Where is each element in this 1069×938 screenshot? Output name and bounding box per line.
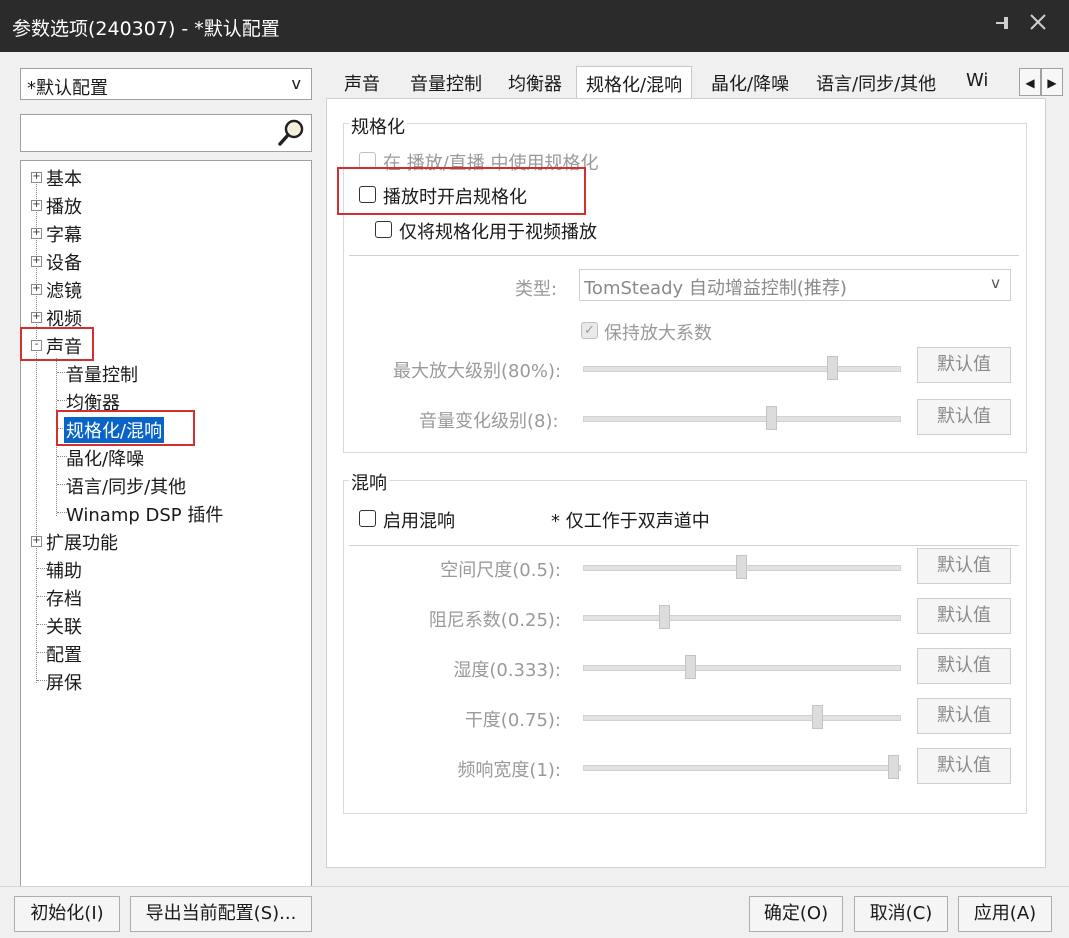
volume-change-slider-track[interactable] <box>583 416 901 422</box>
room-size-default-button[interactable]: 默认值 <box>917 548 1011 584</box>
chevron-down-icon: v <box>991 274 1000 292</box>
window-title: 参数选项(240307) - *默认配置 <box>12 18 280 40</box>
tree-item-volume-control[interactable]: 音量控制 <box>66 361 138 387</box>
export-config-button[interactable]: 导出当前配置(S)... <box>130 896 312 932</box>
profile-select[interactable]: *默认配置 v <box>20 68 312 100</box>
tree-item-filters[interactable]: + 滤镜 <box>29 277 82 303</box>
damping-slider-track[interactable] <box>583 615 901 621</box>
pin-icon[interactable] <box>992 12 1014 39</box>
damping-label: 阻尼系数(0.25): <box>428 610 561 631</box>
keep-gain-label: 保持放大系数 <box>604 323 712 344</box>
tree-item-winamp-dsp[interactable]: Winamp DSP 插件 <box>66 501 223 527</box>
tree-item-assist[interactable]: 辅助 <box>46 557 82 583</box>
wet-default-button[interactable]: 默认值 <box>917 648 1011 684</box>
ok-button[interactable]: 确定(O) <box>749 896 843 932</box>
tab-crystal-denoise[interactable]: 晶化/降噪 <box>711 70 789 96</box>
tab-winamp[interactable]: Wi <box>966 70 1016 91</box>
keep-gain-checkbox[interactable]: ✓ <box>581 322 598 339</box>
normalize-group-label: 规格化 <box>349 113 407 139</box>
expand-icon[interactable]: + <box>31 228 42 239</box>
profile-value: *默认配置 <box>27 78 108 99</box>
dry-label: 干度(0.75): <box>464 710 561 731</box>
tab-strip: 声音 音量控制 均衡器 规格化/混响 晶化/降噪 语言/同步/其他 Wi <box>326 64 1016 101</box>
tree-item-extensions[interactable]: + 扩展功能 <box>29 529 118 555</box>
damping-default-button[interactable]: 默认值 <box>917 598 1011 634</box>
highlight-box <box>337 167 586 215</box>
tree-item-config[interactable]: 配置 <box>46 641 82 667</box>
cancel-button[interactable]: 取消(C) <box>854 896 948 932</box>
tab-scroll-right-button[interactable]: ▶ <box>1041 68 1063 96</box>
damping-slider-thumb[interactable] <box>659 605 671 629</box>
type-value: TomSteady 自动增益控制(推荐) <box>584 278 847 299</box>
volume-change-slider-thumb[interactable] <box>766 406 777 430</box>
video-only-label: 仅将规格化用于视频播放 <box>399 222 597 243</box>
enable-reverb-checkbox[interactable] <box>359 510 376 527</box>
tab-language-sync[interactable]: 语言/同步/其他 <box>816 70 936 96</box>
settings-tree[interactable]: + 基本 + 播放 + 字幕 + 设备 + 滤镜 + 视频 - 声音 音量控制 … <box>20 160 312 887</box>
type-select[interactable]: TomSteady 自动增益控制(推荐) v <box>579 269 1011 301</box>
reverb-group-label: 混响 <box>349 469 389 495</box>
chevron-down-icon: v <box>291 74 301 93</box>
search-icon[interactable] <box>275 117 307 153</box>
expand-icon[interactable]: + <box>31 284 42 295</box>
enable-reverb-label: 启用混响 <box>383 511 455 532</box>
volume-change-label: 音量变化级别(8): <box>419 411 559 432</box>
tree-item-screensaver[interactable]: 屏保 <box>46 669 82 695</box>
room-size-slider-thumb[interactable] <box>735 555 747 579</box>
expand-icon[interactable]: + <box>31 312 42 323</box>
width-slider-track[interactable] <box>583 765 901 771</box>
video-only-checkbox[interactable] <box>375 221 392 238</box>
wet-slider-track[interactable] <box>583 665 901 671</box>
dry-slider-track[interactable] <box>583 715 901 721</box>
tree-item-association[interactable]: 关联 <box>46 613 82 639</box>
tree-item-language-sync[interactable]: 语言/同步/其他 <box>66 473 186 499</box>
volume-change-default-button[interactable]: 默认值 <box>917 399 1011 435</box>
max-gain-label: 最大放大级别(80%): <box>393 361 562 382</box>
tree-item-playback[interactable]: + 播放 <box>29 193 82 219</box>
search-input[interactable] <box>20 114 312 152</box>
highlight-box <box>56 410 195 446</box>
tab-equalizer[interactable]: 均衡器 <box>508 70 562 96</box>
max-gain-slider-track[interactable] <box>583 366 901 372</box>
dry-default-button[interactable]: 默认值 <box>917 698 1011 734</box>
tree-item-archive[interactable]: 存档 <box>46 585 82 611</box>
tree-item-crystal-denoise[interactable]: 晶化/降噪 <box>66 445 144 471</box>
expand-icon[interactable]: + <box>31 256 42 267</box>
initialize-button[interactable]: 初始化(I) <box>14 896 120 932</box>
wet-slider-thumb[interactable] <box>684 655 696 679</box>
wet-label: 湿度(0.333): <box>453 660 561 681</box>
tab-normalize-reverb[interactable]: 规格化/混响 <box>576 66 693 101</box>
width-slider-thumb[interactable] <box>888 755 899 779</box>
reverb-note: * 仅工作于双声道中 <box>551 511 710 532</box>
close-icon[interactable] <box>1028 12 1048 37</box>
tree-item-devices[interactable]: + 设备 <box>29 249 82 275</box>
title-bar: 参数选项(240307) - *默认配置 <box>0 0 1069 52</box>
expand-icon[interactable]: + <box>31 172 42 183</box>
highlight-box <box>20 327 94 361</box>
max-gain-slider-thumb[interactable] <box>827 356 838 380</box>
type-label: 类型: <box>515 279 558 300</box>
tab-audio[interactable]: 声音 <box>344 70 380 96</box>
expand-icon[interactable]: + <box>31 536 42 547</box>
width-label: 频响宽度(1): <box>457 760 561 781</box>
tree-item-subtitles[interactable]: + 字幕 <box>29 221 82 247</box>
apply-button[interactable]: 应用(A) <box>958 896 1052 932</box>
width-default-button[interactable]: 默认值 <box>917 748 1011 784</box>
max-gain-default-button[interactable]: 默认值 <box>917 347 1011 383</box>
divider <box>349 255 1019 256</box>
room-size-label: 空间尺度(0.5): <box>440 560 561 581</box>
dry-slider-thumb[interactable] <box>811 705 823 729</box>
tab-scroll-left-button[interactable]: ◀ <box>1019 68 1041 96</box>
expand-icon[interactable]: + <box>31 200 42 211</box>
tab-volume-control[interactable]: 音量控制 <box>410 70 482 96</box>
divider <box>349 545 1019 546</box>
tree-item-basic[interactable]: + 基本 <box>29 165 82 191</box>
